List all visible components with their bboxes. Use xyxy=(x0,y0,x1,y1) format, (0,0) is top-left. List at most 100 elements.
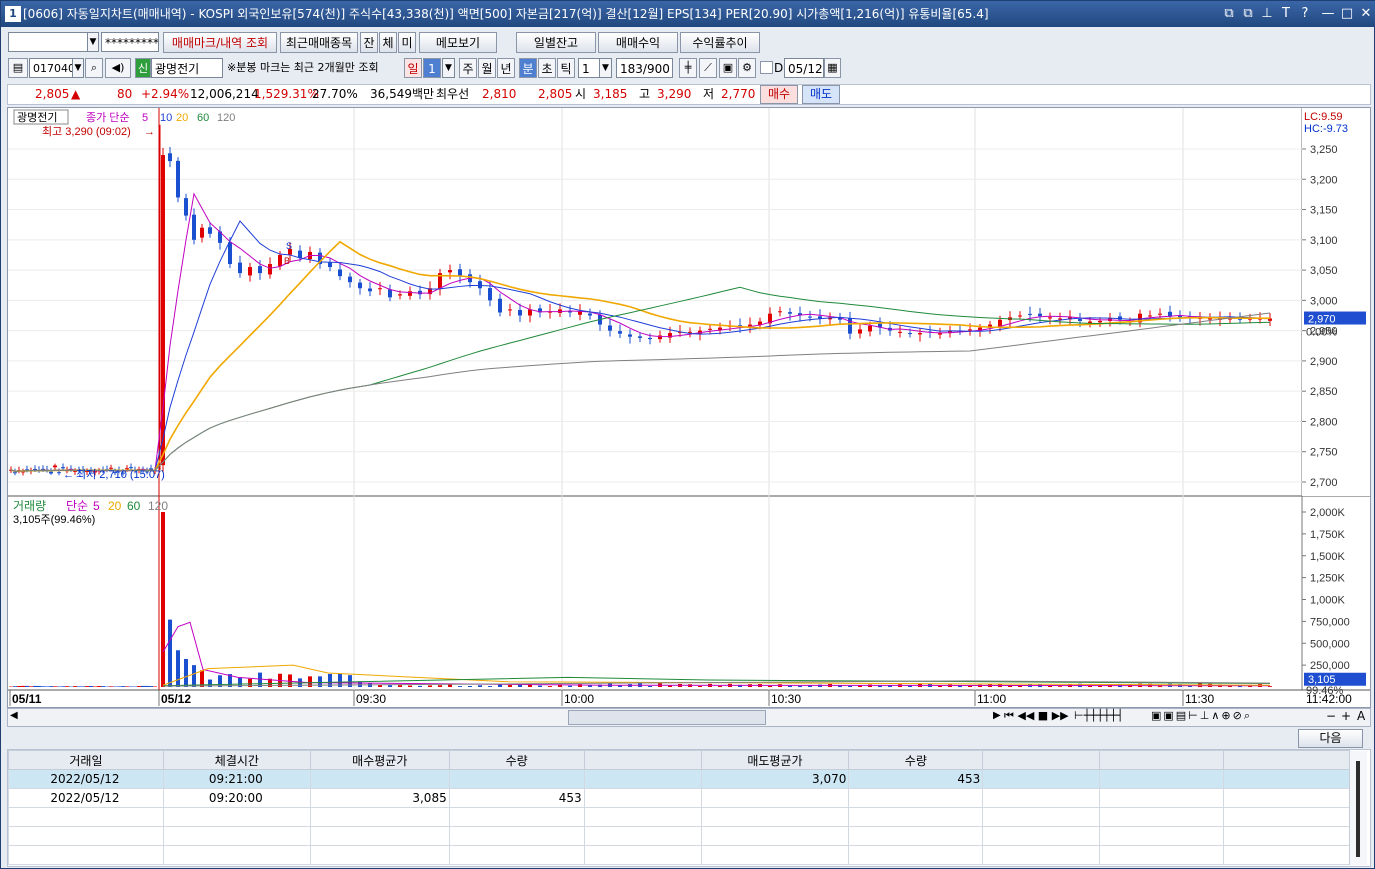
column-header[interactable]: 수량 xyxy=(848,750,984,770)
account-input[interactable] xyxy=(8,32,88,52)
column-header[interactable] xyxy=(583,750,702,770)
return-trend-button[interactable]: 수익률추이 xyxy=(680,32,760,53)
volume-bar xyxy=(538,685,542,687)
volume-axis-label: 2,000K xyxy=(1310,507,1346,519)
date-checkbox[interactable] xyxy=(760,61,773,74)
account-dropdown-icon[interactable]: ▼ xyxy=(87,32,99,52)
volume-bar xyxy=(184,659,188,687)
column-header[interactable]: 매수평균가 xyxy=(309,750,450,770)
scroll-right-icon[interactable]: ▶ xyxy=(993,710,1001,721)
interval-input[interactable]: 1 xyxy=(578,58,600,78)
daily-balance-button[interactable]: 일별잔고 xyxy=(516,32,596,53)
column-header[interactable] xyxy=(1099,750,1225,770)
recent-trades-button[interactable]: 최근매매종목 xyxy=(280,32,358,53)
playback-controls-icon[interactable]: ⏮ ◀◀ ■ ▶▶ xyxy=(1004,709,1069,723)
sell-button[interactable]: 매도 xyxy=(802,85,840,104)
data-count-field[interactable]: 183/900 xyxy=(616,58,673,78)
stock-name-field[interactable]: 광명전기 xyxy=(151,58,223,78)
column-header[interactable]: 거래일 xyxy=(8,750,164,770)
drawing-tools-icon[interactable]: ▣▣▤⊢⊥∧⊕⊘⌕ xyxy=(1151,709,1252,723)
line-tool-icon[interactable]: ⟋ xyxy=(699,58,717,78)
zoom-slider-icon[interactable]: ⊢┼┼┼┼┼┤ xyxy=(1074,709,1123,722)
period-number-field[interactable]: 1 xyxy=(423,58,441,78)
y-axis-label: 3,050 xyxy=(1310,265,1338,277)
candle-body xyxy=(1148,315,1152,317)
next-button[interactable]: 다음 xyxy=(1298,729,1363,748)
table-row[interactable]: 2022/05/12 09:20:00 3,085 453 xyxy=(8,788,1350,808)
price-volume-chart[interactable]: 05/11 05/12 09:30 10:00 10:30 11:00 11:30 11:42… xyxy=(8,108,1370,707)
candle-style-icon[interactable]: ╪ xyxy=(679,58,697,78)
x-axis-label: 09:30 xyxy=(356,692,386,706)
column-header[interactable]: 체결시간 xyxy=(162,750,311,770)
column-header[interactable]: 수량 xyxy=(448,750,585,770)
chart-scrollbar[interactable]: ◀ ▶ ⏮ ◀◀ ■ ▶▶ ⊢┼┼┼┼┼┤ ▣▣▤⊢⊥∧⊕⊘⌕ − + A xyxy=(7,708,1371,727)
period-year-toggle[interactable]: 년 xyxy=(497,58,515,78)
trade-profit-button[interactable]: 매매수익 xyxy=(598,32,678,53)
period-tick-toggle[interactable]: 틱 xyxy=(557,58,575,78)
date-input[interactable]: 05/12 xyxy=(784,58,824,78)
buy-button[interactable]: 매수 xyxy=(760,85,798,104)
memo-button[interactable]: 메모보기 xyxy=(419,32,497,53)
save-icon[interactable]: ▣ xyxy=(719,58,737,78)
volume-bar xyxy=(41,686,45,687)
scroll-thumb-vertical[interactable] xyxy=(1356,761,1360,857)
stock-code-input[interactable]: 017040 xyxy=(29,58,73,78)
sound-icon[interactable]: ◀) xyxy=(105,58,131,78)
table-cell xyxy=(848,845,984,865)
maximize-button[interactable]: □ xyxy=(1338,1,1356,27)
period-week-toggle[interactable]: 주 xyxy=(459,58,477,78)
chart-area[interactable]: 05/11 05/12 09:30 10:00 10:30 11:00 11:30 11:42… xyxy=(7,107,1371,708)
candle-body xyxy=(328,262,332,268)
link-icon[interactable]: ⧉ xyxy=(1220,1,1238,27)
candle-body xyxy=(788,312,792,314)
period-dropdown-icon[interactable]: ▼ xyxy=(442,58,455,78)
search-icon[interactable]: ⌕ xyxy=(85,58,103,78)
password-field[interactable]: ********* xyxy=(101,32,159,52)
unexecuted-button[interactable]: 미 xyxy=(398,32,416,53)
candle-body xyxy=(518,309,522,316)
period-month-toggle[interactable]: 월 xyxy=(478,58,496,78)
volume-bar xyxy=(418,685,422,687)
table-cell xyxy=(583,788,702,808)
pin-icon[interactable]: ⊥ xyxy=(1258,1,1276,27)
table-row[interactable]: 2022/05/12 09:21:00 3,070 453 xyxy=(8,769,1350,789)
balance-button[interactable]: 잔 xyxy=(360,32,378,53)
settings-icon[interactable]: ⚙ xyxy=(738,58,756,78)
font-icon[interactable]: T xyxy=(1277,1,1295,27)
code-dropdown-icon[interactable]: ▼ xyxy=(72,58,84,78)
calendar-icon[interactable]: ▦ xyxy=(824,58,841,78)
period-second-toggle[interactable]: 초 xyxy=(538,58,556,78)
candle-body xyxy=(1078,319,1082,321)
volume-bar xyxy=(97,686,101,687)
volume-axis-label: 1,000K xyxy=(1310,595,1346,607)
help-icon[interactable]: ? xyxy=(1296,1,1314,27)
window-title: [0606] 자동일지차트(매매내역) - KOSPI 외국인보유[574(천)… xyxy=(23,7,989,21)
scroll-thumb[interactable] xyxy=(568,710,766,725)
table-vertical-scrollbar[interactable] xyxy=(1349,751,1367,865)
period-day-toggle[interactable]: 일 xyxy=(404,58,422,78)
interval-dropdown-icon[interactable]: ▼ xyxy=(599,58,612,78)
volume-axis-label: 1,500K xyxy=(1310,551,1346,563)
chart-icon[interactable]: ▤ xyxy=(8,58,28,78)
candle-body xyxy=(176,160,180,198)
minimize-button[interactable]: — xyxy=(1319,1,1337,27)
close-button[interactable]: ✕ xyxy=(1357,1,1375,27)
scroll-left-icon[interactable]: ◀ xyxy=(10,710,18,721)
column-header[interactable]: 매도평균가 xyxy=(700,750,850,770)
table-cell xyxy=(583,845,702,865)
candle-body xyxy=(228,242,232,265)
period-minute-toggle[interactable]: 분 xyxy=(519,58,537,78)
executed-button[interactable]: 체 xyxy=(379,32,397,53)
volume-bar xyxy=(45,686,49,687)
auto-scale-icon[interactable]: A xyxy=(1357,709,1365,723)
volume-current: 3,105주(99.46%) xyxy=(13,514,95,526)
zoom-out-icon[interactable]: − xyxy=(1326,709,1336,723)
column-header[interactable] xyxy=(982,750,1101,770)
column-header[interactable] xyxy=(1223,750,1350,770)
zoom-in-icon[interactable]: + xyxy=(1341,709,1351,723)
trade-marks-button[interactable]: 매매마크/내역 조회 xyxy=(163,32,277,53)
copy-icon[interactable]: ⧉ xyxy=(1239,1,1257,27)
volume-bar xyxy=(49,686,53,687)
volume-axis-label: 1,750K xyxy=(1310,529,1346,541)
volume-bar xyxy=(101,686,105,687)
